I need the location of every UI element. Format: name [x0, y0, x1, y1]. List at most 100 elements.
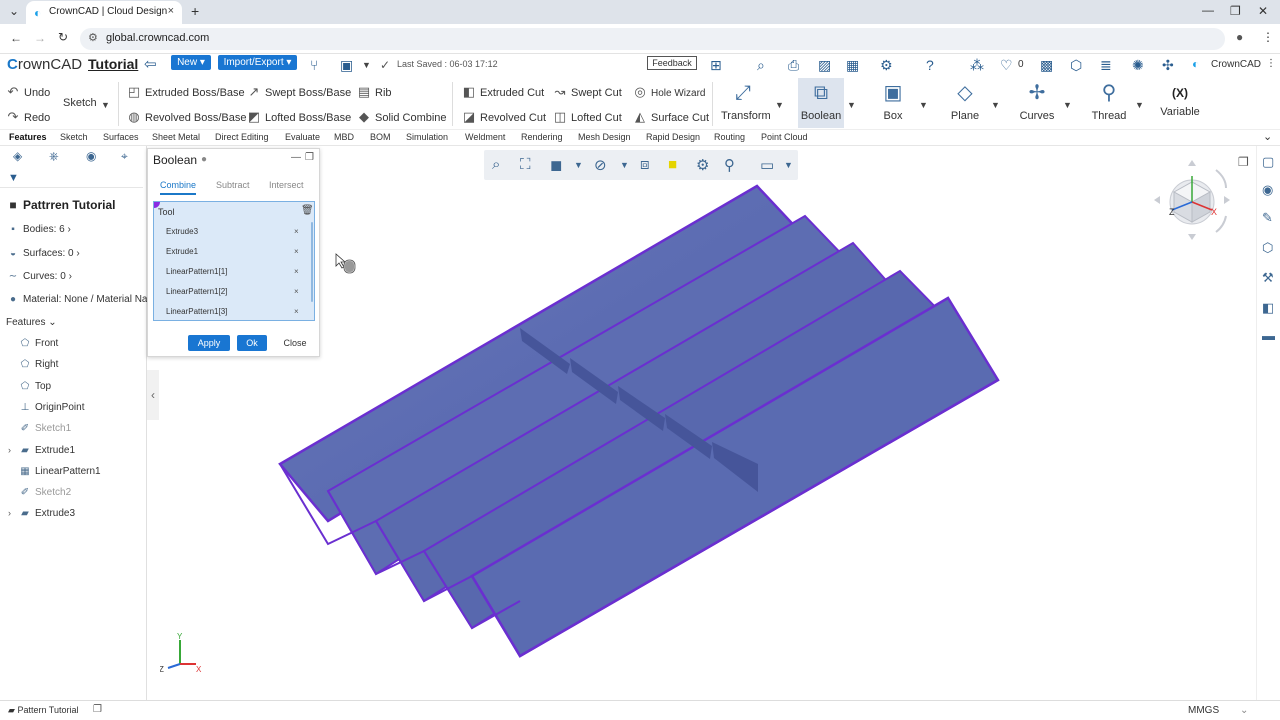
apply-button[interactable]: Apply	[188, 335, 230, 351]
thread-dropdown-icon[interactable]: ▼	[1135, 100, 1144, 110]
user-menu-icon[interactable]: ⋮	[1266, 58, 1276, 69]
tools-wrench-icon[interactable]: ⚒	[1262, 270, 1274, 286]
tab-features[interactable]: Features	[9, 132, 47, 142]
tool-item[interactable]: LinearPattern1[2]	[166, 287, 227, 296]
tool-item[interactable]: Extrude3	[166, 227, 198, 236]
project-name[interactable]: Tutorial	[88, 56, 138, 72]
collapse-panel-button[interactable]: ‹	[147, 370, 159, 420]
bodies-item[interactable]: ▪ Bodies: 6 ›	[6, 224, 71, 235]
notes-icon[interactable]: ▬	[1262, 328, 1275, 343]
help-icon[interactable]: ●	[201, 154, 207, 165]
hide-show-dropdown-icon[interactable]: ▼	[620, 160, 629, 170]
tab-routing[interactable]: Routing	[714, 132, 745, 142]
tab-bom[interactable]: BOM	[370, 132, 391, 142]
profile-icon[interactable]: ●	[1236, 30, 1243, 44]
zoom-icon[interactable]: ⌕	[492, 156, 500, 173]
curves-dropdown-icon[interactable]: ▼	[1063, 100, 1072, 110]
tool-item[interactable]: LinearPattern1[3]	[166, 307, 227, 316]
tab-menu-icon[interactable]: ⌄	[9, 4, 19, 18]
new-tab-button[interactable]: +	[191, 3, 199, 19]
filter-selection-icon[interactable]: ⚲	[724, 156, 735, 174]
close-tab-icon[interactable]: ×	[168, 5, 174, 17]
save-dropdown-icon[interactable]: ▼	[362, 60, 371, 70]
tree-item[interactable]: ⊥ OriginPoint	[8, 402, 85, 413]
tab-evaluate[interactable]: Evaluate	[285, 132, 320, 142]
tab-mbd[interactable]: MBD	[334, 132, 354, 142]
new-button[interactable]: New ▾	[171, 55, 211, 70]
minimize-dialog-icon[interactable]: —	[291, 152, 301, 163]
print-icon[interactable]: ⎙	[788, 57, 799, 74]
expand-icon[interactable]: ›	[8, 445, 18, 455]
extruded-cut-button[interactable]: ◧ Extruded Cut	[461, 84, 544, 100]
appearance-icon[interactable]: ◉	[86, 149, 96, 163]
close-window-button[interactable]: ✕	[1258, 4, 1268, 18]
box-dropdown-icon[interactable]: ▼	[919, 100, 928, 110]
back-button[interactable]: ←	[10, 31, 22, 45]
revolved-boss-button[interactable]: ◍ Revolved Boss/Base	[126, 109, 246, 125]
tree-item[interactable]: ▦ LinearPattern1	[8, 466, 100, 477]
folder-icon[interactable]: ▢	[1262, 154, 1274, 170]
tab-weldment[interactable]: Weldment	[465, 132, 505, 142]
3d-viewport[interactable]: Z X Y X Z	[160, 146, 1256, 700]
cube-icon[interactable]: ⬡	[1070, 57, 1082, 74]
view-orientation-icon[interactable]: ◼	[550, 156, 562, 174]
reload-button[interactable]: ↻	[58, 30, 68, 44]
pattern-model[interactable]	[278, 184, 1000, 658]
tree-item[interactable]: ⬠ Right	[8, 359, 59, 370]
tree-item[interactable]: ✐ Sketch1	[8, 423, 71, 434]
thread-button[interactable]: ⚲ Thread	[1087, 82, 1131, 122]
rib-button[interactable]: ▤ Rib	[356, 84, 392, 100]
close-button[interactable]: Close	[278, 335, 312, 351]
assembly-tree-icon[interactable]: ⎈	[49, 149, 59, 164]
tree-item[interactable]: › ▰ Extrude3	[8, 508, 75, 519]
surfaces-item[interactable]: ◒ Surfaces: 0 ›	[6, 248, 80, 259]
save-icon[interactable]: ▣	[340, 57, 353, 74]
picture-icon[interactable]: ▩	[1040, 57, 1053, 74]
tab-rendering[interactable]: Rendering	[521, 132, 563, 142]
edit-icon[interactable]: ✎	[1262, 210, 1273, 226]
ok-button[interactable]: Ok	[237, 335, 267, 351]
remove-tool-icon[interactable]: ×	[294, 227, 299, 236]
tool-selection-list[interactable]: Tool 🗑 Extrude3 × Extrude1 × LinearPatte…	[153, 201, 315, 321]
tool-list-scrollbar[interactable]	[311, 222, 313, 302]
collapse-ribbon-icon[interactable]: ⌄	[1263, 130, 1272, 143]
feature-tree-icon[interactable]: ◈	[13, 149, 22, 163]
solid-combine-button[interactable]: ◆ Solid Combine	[356, 109, 447, 125]
import-export-button[interactable]: Import/Export ▾	[218, 55, 297, 70]
minimize-button[interactable]: —	[1202, 3, 1214, 17]
variable-button[interactable]: (X) Variable	[1158, 82, 1202, 118]
display-style-icon[interactable]: ■	[668, 156, 677, 173]
box-button[interactable]: ▣ Box	[871, 82, 915, 122]
boolean-dropdown-icon[interactable]: ▼	[847, 100, 856, 110]
document-tab[interactable]: ▰ Pattern Tutorial	[8, 705, 78, 716]
surface-cut-button[interactable]: ◭ Surface Cut	[632, 109, 709, 125]
server-icon[interactable]: ≣	[1100, 57, 1112, 74]
network-icon[interactable]: ✣	[1162, 57, 1174, 74]
plugin-icon[interactable]: ✺	[1132, 57, 1144, 74]
hide-show-icon[interactable]: ⊘	[594, 156, 607, 174]
restore-button[interactable]: ❐	[1230, 4, 1241, 18]
camera-icon[interactable]: ⌖	[121, 149, 128, 164]
sketch-button[interactable]: Sketch	[63, 97, 97, 109]
section-view-icon[interactable]: ⧈	[640, 156, 650, 173]
remove-tool-icon[interactable]: ×	[294, 247, 299, 256]
feedback-button[interactable]: Feedback	[647, 56, 697, 70]
lofted-cut-button[interactable]: ◫ Lofted Cut	[552, 109, 622, 125]
features-header[interactable]: Features ⌄	[6, 317, 57, 328]
assembly-icon[interactable]: ⁂	[970, 57, 984, 74]
tree-item[interactable]: ✐ Sketch2	[8, 487, 71, 498]
tool-item[interactable]: LinearPattern1[1]	[166, 267, 227, 276]
browser-menu-icon[interactable]: ⋮	[1262, 30, 1274, 44]
filter-row[interactable]: ▼	[0, 170, 143, 188]
transform-dropdown-icon[interactable]: ▼	[775, 100, 784, 110]
revolved-cut-button[interactable]: ◪ Revolved Cut	[461, 109, 546, 125]
sketch-dropdown-icon[interactable]: ▼	[101, 100, 110, 110]
site-info-icon[interactable]: ⚙	[88, 31, 98, 44]
plane-dropdown-icon[interactable]: ▼	[991, 100, 1000, 110]
remove-tool-icon[interactable]: ×	[294, 287, 299, 296]
tree-item[interactable]: ⬠ Front	[8, 338, 59, 349]
swept-cut-button[interactable]: ↝ Swept Cut	[552, 84, 622, 100]
extruded-boss-button[interactable]: ◰ Extruded Boss/Base	[126, 84, 245, 100]
browser-tab[interactable]: ◐ CrownCAD | Cloud Design ×	[26, 1, 182, 24]
user-avatar-icon[interactable]: ◐	[1192, 57, 1199, 71]
